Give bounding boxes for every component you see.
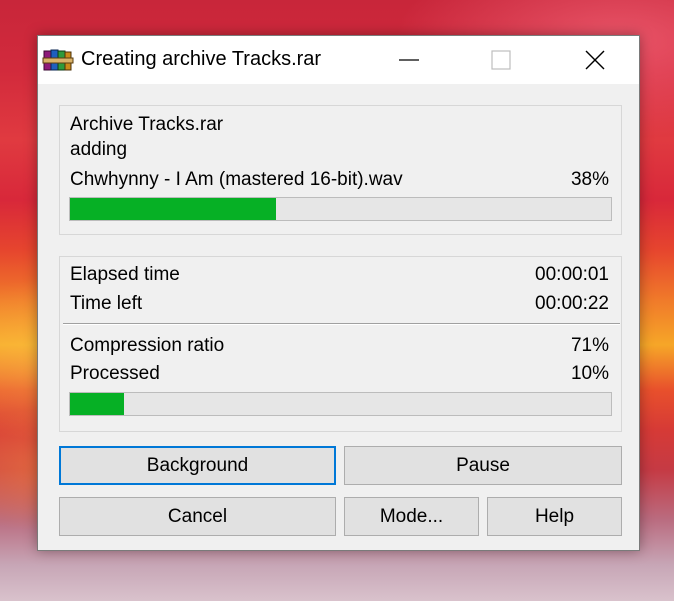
minimize-button[interactable]	[386, 36, 432, 84]
title-bar[interactable]: Creating archive Tracks.rar	[38, 36, 639, 84]
time-left-label: Time left	[70, 293, 143, 314]
maximize-button[interactable]	[478, 36, 524, 84]
file-progress-group: Archive Tracks.rar adding Chwhynny - I A…	[59, 105, 622, 235]
close-button[interactable]	[572, 36, 618, 84]
elapsed-time-value: 00:00:01	[535, 264, 609, 285]
file-progress-bar	[69, 197, 612, 221]
elapsed-time-label: Elapsed time	[70, 264, 180, 285]
compression-ratio-label: Compression ratio	[70, 335, 225, 356]
archive-progress-dialog: Creating archive Tracks.rar Archive Trac…	[37, 35, 640, 551]
help-button[interactable]: Help	[487, 497, 622, 536]
minimize-icon	[399, 59, 419, 61]
compression-ratio-value: 71%	[570, 335, 609, 356]
file-progress-fill	[70, 198, 276, 220]
background-button[interactable]: Background	[59, 446, 336, 485]
archive-name-label: Archive Tracks.rar	[70, 114, 224, 135]
window-title: Creating archive Tracks.rar	[81, 48, 322, 70]
processed-label: Processed	[70, 363, 160, 384]
processed-value: 10%	[570, 363, 609, 384]
current-file-label: Chwhynny - I Am (mastered 16-bit).wav	[70, 169, 403, 190]
file-percent-label: 38%	[570, 169, 609, 190]
total-progress-fill	[70, 393, 125, 415]
stats-divider	[63, 323, 620, 325]
stats-group: Elapsed time 00:00:01 Time left 00:00:22…	[59, 256, 622, 432]
mode-button[interactable]: Mode...	[344, 497, 479, 536]
total-progress-bar	[69, 392, 612, 416]
close-icon	[585, 50, 605, 70]
maximize-icon	[491, 50, 511, 70]
pause-button[interactable]: Pause	[344, 446, 622, 485]
time-left-value: 00:00:22	[535, 293, 609, 314]
action-label: adding	[70, 139, 128, 160]
winrar-books-icon	[42, 48, 74, 72]
cancel-button[interactable]: Cancel	[59, 497, 336, 536]
